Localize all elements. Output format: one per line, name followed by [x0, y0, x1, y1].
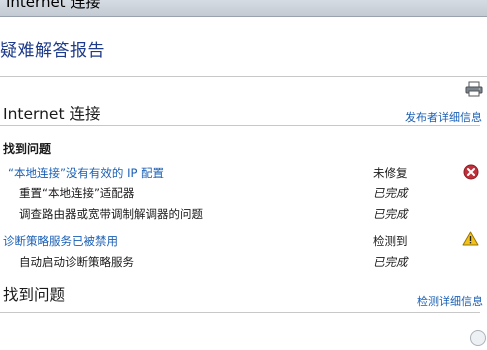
publisher-details-link[interactable]: 发布者详细信息	[405, 109, 482, 125]
error-icon	[463, 164, 479, 180]
section-title-found-problems: 找到问题	[3, 286, 66, 304]
divider	[0, 125, 480, 126]
problem-diagnostic-policy-link[interactable]: 诊断策略服务已被禁用	[3, 233, 118, 249]
print-icon[interactable]	[465, 81, 483, 97]
action-investigate-router: 调查路由器或宽带调制解调器的问题	[19, 207, 203, 221]
section-title-internet: Internet 连接	[3, 105, 101, 123]
status-completed: 已完成	[373, 255, 408, 269]
status-completed: 已完成	[373, 207, 408, 221]
problem-ip-config-link[interactable]: “本地连接”没有有效的 IP 配置	[8, 165, 164, 181]
detection-details-link[interactable]: 检测详细信息	[417, 293, 483, 309]
expand-circle-icon[interactable]	[470, 330, 486, 346]
warning-icon	[462, 231, 479, 246]
found-problems-heading: 找到问题	[3, 142, 52, 156]
status-detected: 检测到	[373, 234, 408, 248]
action-start-diagnostic-service: 自动启动诊断策略服务	[19, 255, 134, 269]
status-completed: 已完成	[373, 186, 408, 200]
action-reset-adapter: 重置“本地连接”适配器	[19, 186, 135, 200]
divider	[0, 312, 480, 313]
window-title: Internet 连接	[6, 0, 101, 11]
window-titlebar: Internet 连接	[0, 0, 487, 17]
divider	[0, 76, 487, 77]
report-title: 疑难解答报告	[0, 41, 105, 61]
status-not-fixed: 未修复	[373, 166, 408, 180]
